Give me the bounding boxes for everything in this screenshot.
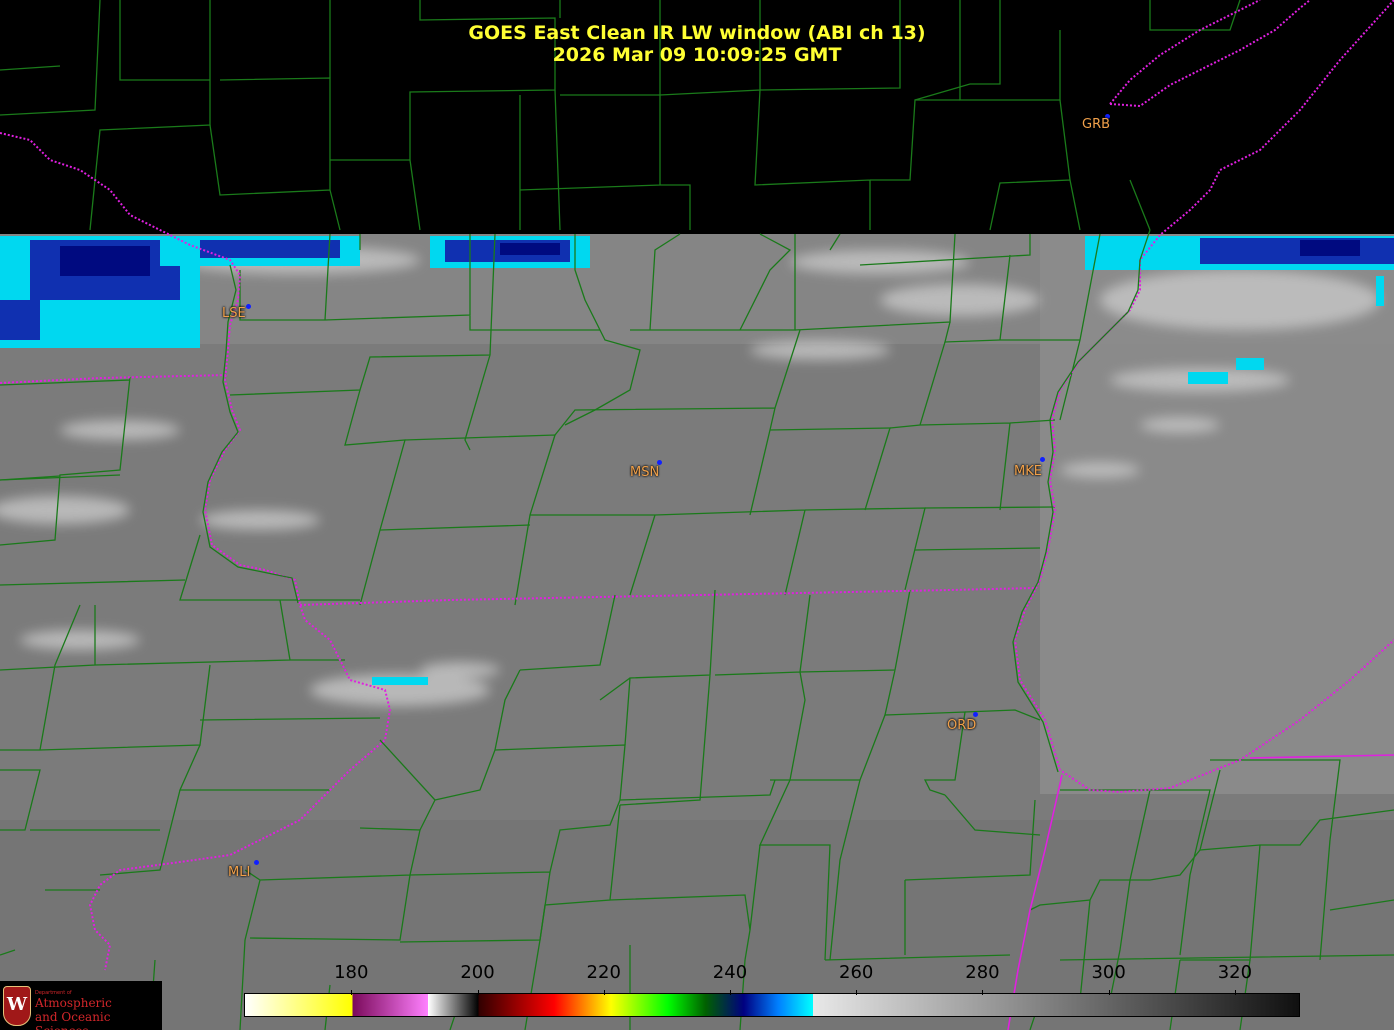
temperature-colorbar	[244, 993, 1300, 1017]
colorbar-tick-label: 320	[1217, 962, 1253, 983]
colorbar-tick-label: 220	[586, 962, 621, 983]
station-label-mke: MKE	[1014, 464, 1042, 479]
colorbar-tick-label: 180	[334, 962, 369, 983]
colorbar-tick-label: 260	[839, 962, 874, 983]
colorbar-tick-label: 300	[1091, 962, 1126, 983]
colorbar-tick-label: 240	[712, 962, 748, 983]
colorbar-tick-label: 280	[965, 962, 1000, 983]
station-label-lse: LSE	[222, 306, 246, 321]
station-label-mli: MLI	[228, 865, 251, 880]
satellite-image-viewer: GOES East Clean IR LW window (ABI ch 13)…	[0, 0, 1394, 1030]
satellite-map	[0, 0, 1394, 1030]
colorbar-tick-mark	[982, 990, 984, 995]
colorbar-tick-mark	[603, 990, 605, 995]
logo-line2: and Oceanic Sciences	[35, 1010, 111, 1030]
station-dot-ord	[973, 712, 978, 717]
colorbar-tick-mark	[1108, 990, 1110, 995]
station-label-ord: ORD	[947, 718, 977, 733]
uw-crest-icon: W	[3, 986, 31, 1026]
station-label-grb: GRB	[1082, 117, 1111, 132]
colorbar-tick-mark	[477, 990, 479, 995]
colorbar-tick-mark	[1234, 990, 1236, 995]
image-timestamp: 2026 Mar 09 10:09:25 GMT	[552, 44, 842, 66]
image-title: GOES East Clean IR LW window (ABI ch 13)	[468, 22, 926, 44]
station-dot-mke	[1040, 457, 1045, 462]
station-label-msn: MSN	[630, 465, 660, 480]
colorbar-tick-mark	[856, 990, 858, 995]
colorbar-tick-mark	[351, 990, 353, 995]
colorbar-tick-mark	[729, 990, 731, 995]
station-dot-mli	[254, 860, 259, 865]
aos-logo: W Department of Atmospheric and Oceanic …	[0, 981, 162, 1030]
station-dot-lse	[246, 304, 251, 309]
logo-line1: Atmospheric	[35, 996, 112, 1010]
colorbar-tick-label: 200	[460, 962, 495, 983]
